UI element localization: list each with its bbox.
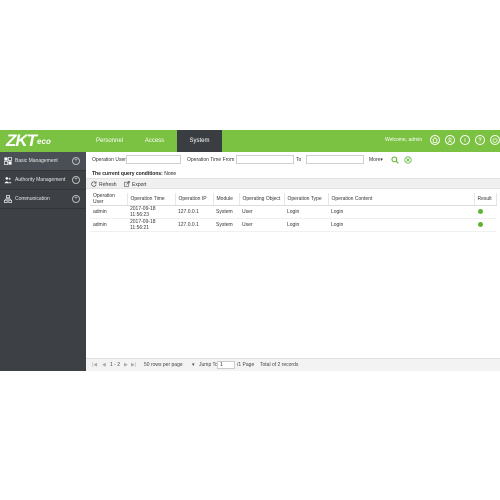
success-check-icon [478, 221, 483, 227]
caret-down-icon: ▾ [380, 157, 383, 163]
cell-result [474, 218, 496, 232]
users-icon [3, 176, 12, 185]
time-from-input[interactable] [236, 155, 294, 164]
prev-page-icon[interactable]: ◀ [102, 362, 106, 368]
zkteco-logo: ZKT eco [6, 131, 51, 150]
time-to-input[interactable] [306, 155, 364, 164]
page-range: 1 - 2 [110, 362, 121, 368]
sidebar: Basic Management + Authority Management … [0, 152, 86, 371]
cell-type: Login [284, 218, 328, 232]
operation-user-label: Operation User [92, 157, 126, 163]
logo-text: ZKT [6, 131, 37, 150]
expand-plus-icon[interactable]: + [72, 157, 80, 165]
more-label: More [369, 157, 381, 163]
sidebar-item-communication[interactable]: Communication + [0, 190, 86, 209]
sidebar-item-authority-management[interactable]: Authority Management + [0, 171, 86, 190]
refresh-button[interactable]: Refresh [91, 181, 117, 189]
table-row[interactable]: admin 2017-09-18 11:56:23 127.0.0.1 Syst… [90, 205, 496, 219]
action-toolbar: Refresh Export [86, 178, 500, 189]
col-operation-user[interactable]: Operation User [90, 193, 128, 206]
cell-module: System [213, 218, 239, 232]
help-icon[interactable] [475, 135, 485, 145]
tab-personnel[interactable]: Personnel [87, 130, 132, 152]
last-page-icon[interactable]: ▶| [131, 362, 136, 368]
col-module[interactable]: Module [213, 193, 240, 206]
expand-plus-icon[interactable]: + [72, 176, 80, 184]
export-label: Export [132, 182, 147, 188]
jump-to-label: Jump To [199, 362, 218, 368]
logo-subtext: eco [37, 137, 51, 146]
expand-plus-icon[interactable]: + [72, 195, 80, 203]
info-icon[interactable] [460, 135, 470, 145]
tab-system[interactable]: System [177, 130, 222, 152]
cell-object: User [239, 218, 284, 232]
main-panel: Operation User Operation Time From To Mo… [86, 152, 500, 371]
top-header: ZKT eco Personnel Access System Welcome,… [0, 130, 500, 152]
header-icons [430, 135, 500, 145]
conditions-label: The current query conditions: [92, 171, 163, 177]
export-button[interactable]: Export [124, 181, 146, 189]
cell-ip: 127.0.0.1 [175, 205, 213, 219]
sidebar-item-label: Basic Management [15, 158, 58, 164]
col-operating-object[interactable]: Operating Object [239, 193, 285, 206]
rows-per-page-label: 50 rows per page [144, 362, 183, 368]
table-row[interactable]: admin 2017-09-18 11:56:21 127.0.0.1 Syst… [90, 218, 496, 232]
clear-icon[interactable] [403, 155, 412, 164]
cell-user: admin [90, 218, 127, 232]
filter-bar: Operation User Operation Time From To Mo… [92, 155, 492, 165]
sidebar-item-label: Authority Management [15, 177, 66, 183]
export-icon [124, 181, 130, 189]
col-operation-ip[interactable]: Operation IP [175, 193, 214, 206]
cell-result [474, 205, 496, 219]
conditions-value: None [162, 171, 177, 177]
cell-module: System [213, 205, 239, 219]
caret-down-icon: ▾ [192, 362, 195, 368]
main-nav: Personnel Access System [87, 130, 222, 152]
sidebar-item-basic-management[interactable]: Basic Management + [0, 152, 86, 171]
operation-log-table: Operation User Operation Time Operation … [90, 193, 497, 232]
tab-access[interactable]: Access [132, 130, 177, 152]
jump-to-input[interactable]: 1 [217, 361, 235, 369]
cell-user: admin [90, 205, 127, 219]
query-conditions: The current query conditions: None [92, 171, 176, 177]
next-page-icon[interactable]: ▶ [124, 362, 128, 368]
col-result[interactable]: Result [474, 193, 497, 206]
cell-time: 2017-09-18 11:56:23 [127, 205, 175, 219]
success-check-icon [478, 208, 483, 214]
power-icon[interactable] [490, 135, 500, 145]
pagination-bar: |◀ ◀ 1 - 2 ▶ ▶| 50 rows per page ▾ Jump … [86, 358, 500, 371]
cell-ip: 127.0.0.1 [175, 218, 213, 232]
operation-user-input[interactable] [126, 155, 181, 164]
page-of-label: /1 Page [237, 362, 255, 368]
user-icon[interactable] [445, 135, 455, 145]
search-icon[interactable] [390, 155, 399, 164]
first-page-icon[interactable]: |◀ [92, 362, 97, 368]
total-records: Total of 2 records [260, 362, 299, 368]
cell-object: User [239, 205, 284, 219]
sidebar-item-label: Communication [15, 196, 50, 202]
col-operation-time[interactable]: Operation Time [127, 193, 176, 206]
col-operation-type[interactable]: Operation Type [284, 193, 329, 206]
to-label: To [296, 157, 302, 163]
more-dropdown[interactable]: More▾ [369, 157, 383, 163]
cell-time: 2017-09-18 11:56:21 [127, 218, 175, 232]
network-icon [3, 195, 12, 204]
rows-per-page-select[interactable]: 50 rows per page ▾ [144, 362, 195, 368]
cell-content: Login [328, 205, 474, 219]
refresh-label: Refresh [99, 182, 117, 188]
welcome-text[interactable]: Welcome, admin [385, 137, 422, 143]
time-from-label: Operation Time From [187, 157, 235, 163]
col-operation-content[interactable]: Operation Content [328, 193, 475, 206]
cell-content: Login [328, 218, 474, 232]
home-icon[interactable] [430, 135, 440, 145]
app-window: ZKT eco Personnel Access System Welcome,… [0, 130, 500, 371]
refresh-icon [91, 181, 97, 189]
table-header-row: Operation User Operation Time Operation … [90, 193, 497, 206]
cell-type: Login [284, 205, 328, 219]
grid-icon [3, 157, 12, 166]
